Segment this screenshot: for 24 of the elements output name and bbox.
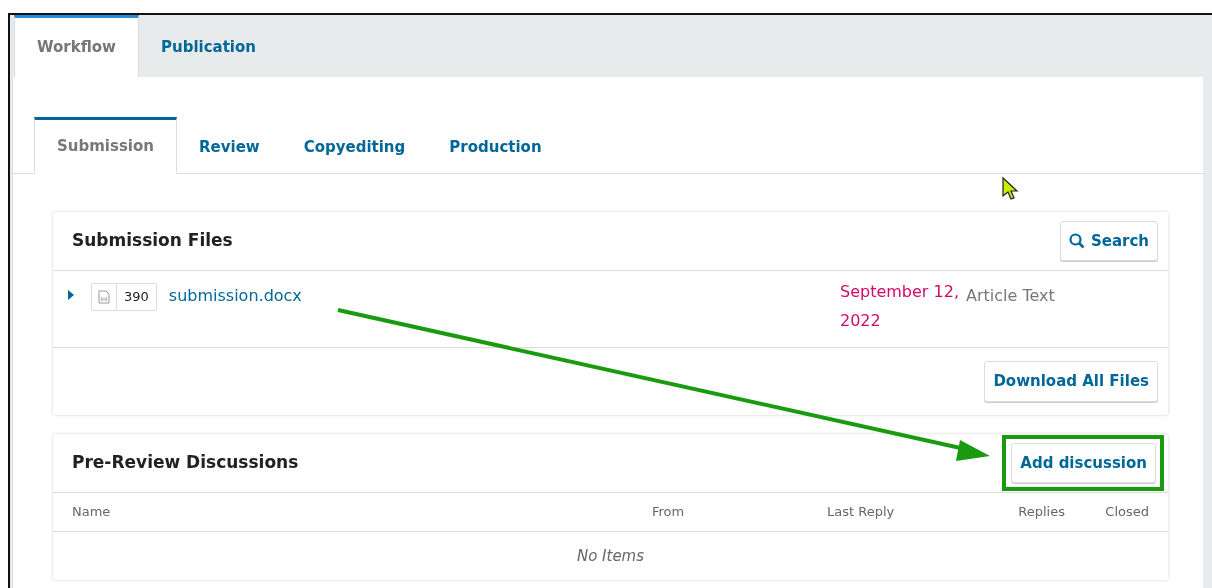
empty-message: No Items	[576, 545, 645, 567]
file-link[interactable]: submission.docx	[168, 284, 302, 347]
download-all-button[interactable]: Download All Files	[984, 361, 1158, 402]
stage-tab[interactable]: Submission	[34, 117, 177, 174]
document-icon	[98, 290, 110, 304]
card-title: Submission Files	[72, 229, 233, 253]
file-type: Article Text	[966, 286, 1055, 305]
stage-tab[interactable]: Review	[177, 117, 282, 174]
file-id-badge: 390	[91, 283, 157, 311]
card-title: Pre-Review Discussions	[72, 451, 299, 475]
cursor-icon	[1002, 176, 1019, 200]
tab[interactable]: Workflow	[14, 15, 139, 77]
stage-tab[interactable]: Production	[427, 117, 564, 174]
column-header: Replies	[1018, 504, 1065, 520]
add-discussion-button[interactable]: Add discussion	[1011, 442, 1156, 484]
file-date: September 12, 2022	[840, 282, 959, 330]
column-header: Name	[72, 504, 111, 520]
tab[interactable]: Publication	[139, 15, 278, 77]
column-header: Last Reply	[827, 504, 895, 520]
search-button[interactable]: Search	[1059, 220, 1158, 262]
stage-tab[interactable]: Copyediting	[281, 117, 428, 174]
search-icon	[1068, 233, 1085, 249]
column-header: From	[652, 504, 685, 520]
column-header: Closed	[1105, 504, 1149, 520]
